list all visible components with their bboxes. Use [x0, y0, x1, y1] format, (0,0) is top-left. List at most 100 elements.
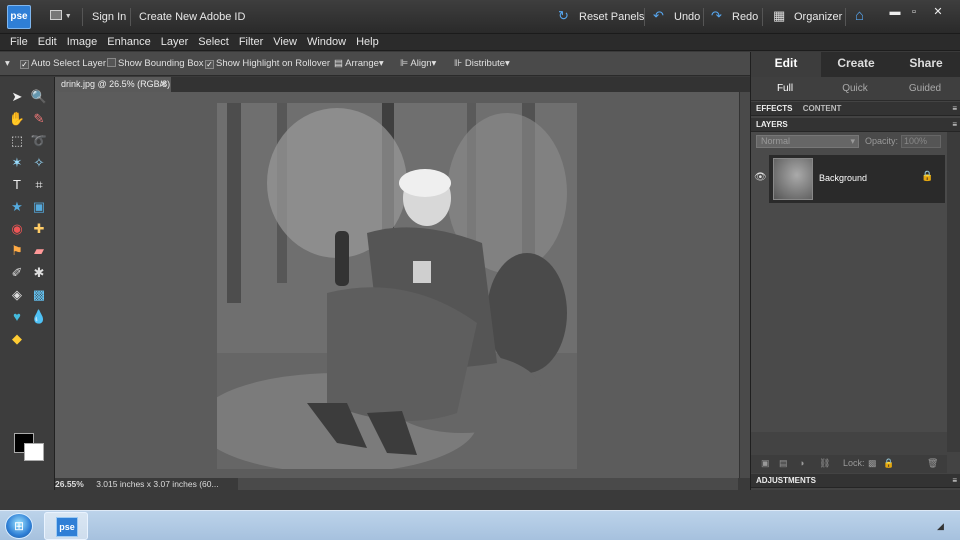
tab-quick[interactable]: Quick [821, 77, 889, 101]
eye-icon[interactable]: 👁 [754, 172, 767, 183]
tab-share[interactable]: Share [891, 52, 960, 77]
background-color-swatch[interactable] [24, 443, 44, 461]
auto-select-layer-checkbox[interactable]: ✓ Auto Select Layer [20, 57, 106, 71]
menu-bar: File Edit Image Enhance Layer Select Filter Vie… [0, 34, 960, 51]
layer-row-background[interactable]: Background 🔒 [769, 155, 945, 203]
show-highlight-checkbox[interactable]: ✓ Show Highlight on Rollover [205, 57, 330, 71]
photo-content [217, 103, 577, 469]
document-tab[interactable]: drink.jpg @ 26.5% (RGB/8) ✕ [55, 77, 171, 92]
distribute-menu[interactable]: ⊪ Distribute▾ [454, 57, 510, 71]
magic-wand-tool-icon[interactable]: ✶ [7, 154, 27, 172]
hand-tool-icon[interactable]: ✋ [7, 110, 27, 128]
cookie-cutter-tool-icon[interactable]: ★ [7, 198, 27, 216]
adjustment-layer-icon[interactable]: ◑ [799, 458, 804, 468]
layers-title[interactable]: LAYERS [756, 120, 788, 129]
healing-brush-tool-icon[interactable]: ✚ [29, 220, 49, 238]
panel-menu-icon[interactable]: ≡ [952, 474, 957, 488]
reset-panels-button[interactable]: Reset Panels [579, 11, 644, 23]
type-tool-icon[interactable]: T [7, 176, 27, 194]
quick-selection-tool-icon[interactable]: ✧ [29, 154, 49, 172]
menu-window[interactable]: Window [302, 34, 351, 51]
marquee-tool-icon[interactable]: ⬚ [7, 132, 27, 150]
gradient-tool-icon[interactable]: ▩ [29, 286, 49, 304]
opacity-input[interactable]: 100% [901, 135, 941, 148]
blend-mode-select[interactable]: Normal ▾ [756, 135, 859, 148]
sponge-tool-icon[interactable]: ◆ [7, 330, 27, 348]
document-tab-bar: drink.jpg @ 26.5% (RGB/8) ✕ [55, 77, 750, 92]
zoom-tool-icon[interactable]: 🔍 [29, 88, 49, 106]
zoom-level[interactable]: 26.55% [55, 479, 84, 489]
panel-menu-icon[interactable]: ≡ [952, 102, 957, 116]
eyedropper-tool-icon[interactable]: ✎ [29, 110, 49, 128]
undo-button[interactable]: Undo [674, 11, 700, 23]
canvas-area[interactable] [55, 92, 739, 478]
align-menu[interactable]: ⊫ Align▾ [400, 57, 436, 71]
menu-select[interactable]: Select [193, 34, 234, 51]
document-image[interactable] [217, 103, 577, 469]
panel-menu-icon[interactable]: ≡ [952, 118, 957, 132]
tab-guided[interactable]: Guided [891, 77, 959, 101]
arrange-menu[interactable]: ▤ Arrange▾ [334, 57, 384, 71]
taskbar-pse-button[interactable]: pse [44, 512, 88, 540]
effects-panel-header: EFFECTS CONTENT ≡ [751, 102, 960, 116]
sign-in-link[interactable]: Sign In [92, 11, 126, 23]
panel-bin: Edit Create Share Full Quick Guided EFFE… [750, 52, 960, 490]
adjustments-title[interactable]: ADJUSTMENTS [756, 476, 816, 485]
minimize-button[interactable]: ▬ [887, 6, 903, 19]
menu-layer[interactable]: Layer [156, 34, 194, 51]
reset-icon: ↻ [558, 8, 569, 23]
close-button[interactable]: ✕ [930, 6, 946, 19]
menu-help[interactable]: Help [351, 34, 384, 51]
lock-transparency-icon[interactable]: 🔒 [883, 458, 894, 469]
shape-tool-icon[interactable]: ♥ [7, 308, 27, 326]
menu-image[interactable]: Image [62, 34, 103, 51]
crop-tool-icon[interactable]: ⌗ [29, 176, 49, 194]
canvas-horizontal-scrollbar[interactable] [238, 478, 738, 490]
divider [762, 8, 763, 26]
screen-mode-button[interactable]: ▼ [50, 10, 76, 24]
new-layer-icon[interactable]: ▣ [761, 458, 770, 469]
align-icon: ⊫ [400, 58, 409, 69]
menu-file[interactable]: File [0, 34, 33, 51]
move-tool-icon[interactable]: ➤ [7, 88, 27, 106]
layers-scrollbar[interactable] [947, 132, 960, 452]
eraser-tool-icon[interactable]: ▰ [29, 242, 49, 260]
straighten-tool-icon[interactable]: ▣ [29, 198, 49, 216]
tab-edit[interactable]: Edit [751, 52, 821, 77]
show-bounding-box-checkbox[interactable]: Show Bounding Box [107, 57, 204, 71]
distribute-icon: ⊪ [454, 58, 463, 69]
home-icon[interactable]: ⌂ [855, 8, 864, 23]
maximize-button[interactable]: ▫ [906, 6, 922, 19]
tab-create[interactable]: Create [821, 52, 891, 77]
tab-full[interactable]: Full [751, 77, 819, 101]
tab-content[interactable]: CONTENT [803, 104, 842, 113]
opacity-label: Opacity: [865, 136, 899, 146]
trash-icon[interactable]: 🗑 [927, 458, 938, 469]
lasso-tool-icon[interactable]: ➰ [29, 132, 49, 150]
organizer-icon: ▦ [773, 8, 786, 23]
lock-all-icon[interactable]: ▩ [868, 458, 877, 469]
create-adobe-id-link[interactable]: Create New Adobe ID [139, 11, 245, 23]
redo-button[interactable]: Redo [732, 11, 758, 23]
show-desktop-button[interactable]: ◢ [937, 521, 944, 532]
menu-filter[interactable]: Filter [234, 34, 268, 51]
link-icon[interactable]: ⛓ [819, 458, 830, 469]
menu-view[interactable]: View [268, 34, 302, 51]
close-tab-icon[interactable]: ✕ [159, 77, 167, 92]
red-eye-tool-icon[interactable]: ◉ [7, 220, 27, 238]
blur-tool-icon[interactable]: 💧 [29, 308, 49, 326]
organizer-button[interactable]: Organizer [794, 11, 842, 23]
layers-toolbar: ▣ ▤ ◑ ⛓ Lock: ▩ 🔒 🗑 [751, 455, 947, 473]
divider [130, 8, 131, 26]
new-group-icon[interactable]: ▤ [779, 458, 788, 469]
menu-enhance[interactable]: Enhance [102, 34, 155, 51]
brush-tool-icon[interactable]: ✐ [7, 264, 27, 282]
clone-stamp-tool-icon[interactable]: ⚑ [7, 242, 27, 260]
tool-preset-picker[interactable]: ▾ [5, 57, 10, 71]
tab-effects[interactable]: EFFECTS [756, 104, 792, 113]
smart-brush-tool-icon[interactable]: ✱ [29, 264, 49, 282]
windows-start-icon[interactable]: ⊞ [5, 513, 33, 539]
menu-edit[interactable]: Edit [33, 34, 62, 51]
canvas-vertical-scrollbar[interactable] [739, 92, 750, 478]
paint-bucket-tool-icon[interactable]: ◈ [7, 286, 27, 304]
